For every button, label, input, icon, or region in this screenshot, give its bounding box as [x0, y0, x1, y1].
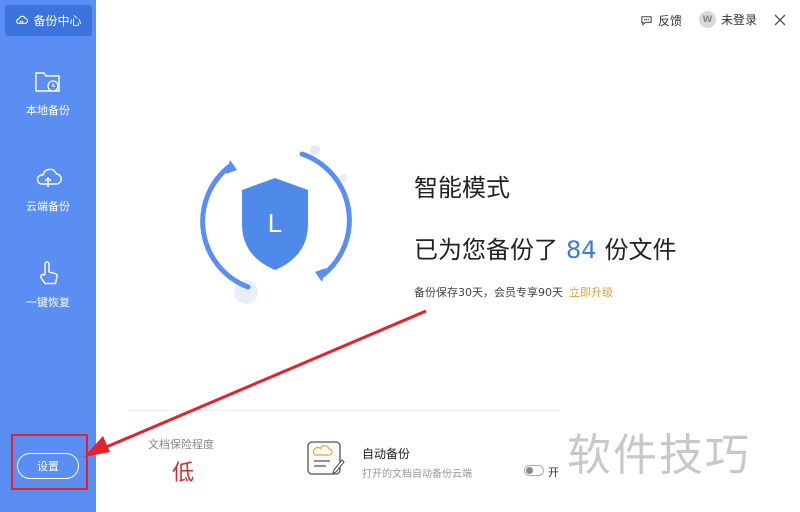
backup-suffix: 份文件 — [604, 236, 677, 264]
document-cloud-icon — [307, 441, 345, 475]
auto-backup-desc: 打开的文档自动备份云端 — [362, 469, 472, 480]
sidebar-item-label: 本地备份 — [26, 104, 70, 117]
backup-count: 84 — [566, 236, 597, 264]
watermark: 软件技巧 — [567, 430, 751, 481]
avatar: W — [699, 11, 716, 28]
protection-level-value: 低 — [172, 461, 195, 486]
feedback-label: 反馈 — [658, 14, 683, 28]
upgrade-link[interactable]: 立即升级 — [569, 286, 613, 299]
protection-level-label: 文档保险程度 — [148, 438, 214, 451]
auto-backup-toggle[interactable] — [524, 465, 544, 476]
backup-center-label: 备份中心 — [33, 14, 82, 28]
divider — [128, 410, 560, 411]
chat-bubble-icon — [641, 16, 652, 26]
feedback-button[interactable]: 反馈 — [640, 12, 682, 29]
hand-pointer-icon — [40, 261, 58, 285]
sidebar-item-local-backup[interactable]: 本地备份 — [0, 66, 96, 118]
login-label: 未登录 — [721, 13, 758, 27]
sidebar-item-label: 云端备份 — [26, 200, 70, 213]
close-icon[interactable] — [772, 12, 788, 28]
backup-count-line: 已为您备份了 84 份文件 — [414, 230, 677, 265]
sidebar-item-one-click-restore[interactable]: 一键恢复 — [0, 258, 96, 310]
toggle-knob — [526, 467, 533, 474]
sidebar: 备份中心 本地备份 云端备份 一键恢复 设置 — [0, 0, 96, 512]
mode-title: 智能模式 — [414, 174, 510, 202]
toggle-label: 开 — [548, 466, 559, 479]
backup-center-tab[interactable]: 备份中心 — [5, 5, 92, 36]
auto-backup-title: 自动备份 — [362, 447, 411, 461]
settings-button[interactable]: 设置 — [17, 453, 79, 479]
sidebar-item-cloud-backup[interactable]: 云端备份 — [0, 162, 96, 214]
retention-line: 备份保存30天，会员专享90天 立即升级 — [414, 284, 613, 300]
shield-letter: L — [268, 208, 282, 238]
shield-graphic: L — [200, 145, 352, 304]
sidebar-item-label: 一键恢复 — [26, 296, 70, 309]
login-button[interactable]: W 未登录 — [699, 11, 757, 28]
folder-clock-icon — [35, 72, 60, 92]
cloud-home-icon — [16, 15, 29, 24]
retention-text: 备份保存30天，会员专享90天 — [414, 286, 563, 299]
backup-prefix: 已为您备份了 — [414, 236, 558, 264]
cloud-upload-icon — [36, 168, 62, 187]
